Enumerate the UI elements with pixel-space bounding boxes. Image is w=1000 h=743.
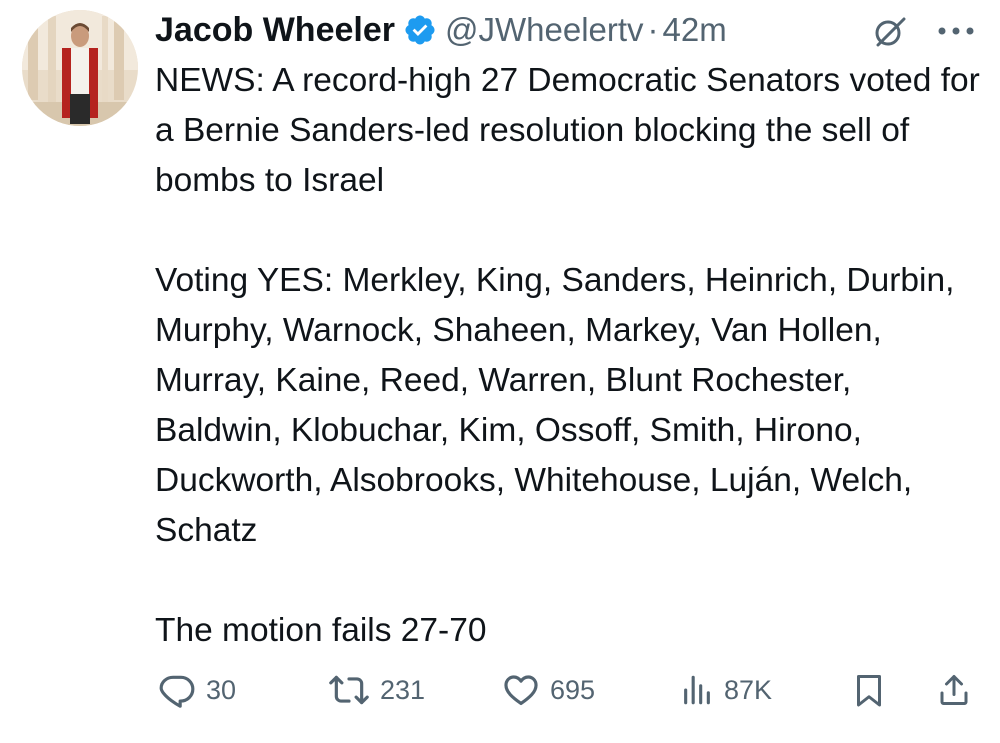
like-count: 695 <box>550 674 596 705</box>
repost-count: 231 <box>380 674 426 705</box>
bookmark-button[interactable] <box>851 665 887 715</box>
repost-icon <box>328 671 370 709</box>
reply-button[interactable]: 30 <box>158 665 236 715</box>
tweet-header: Jacob Wheeler @JWheelertv · 42m <box>155 10 727 50</box>
tweet-paragraph-headline: NEWS: A record-high 27 Democratic Senato… <box>155 62 990 199</box>
author-name[interactable]: Jacob Wheeler <box>155 11 395 50</box>
more-icon[interactable] <box>936 14 976 48</box>
separator-dot: · <box>647 11 659 48</box>
like-button[interactable]: 695 <box>502 665 595 715</box>
author-handle[interactable]: @JWheelertv <box>445 11 644 49</box>
tweet-paragraph-voters: Voting YES: Merkley, King, Sanders, Hein… <box>155 262 964 549</box>
views-icon <box>680 672 714 708</box>
avatar-photo <box>22 10 138 126</box>
heart-icon <box>502 671 540 709</box>
share-button[interactable] <box>936 665 972 715</box>
share-icon <box>936 671 972 709</box>
reply-count: 30 <box>206 674 237 705</box>
verified-badge-icon[interactable] <box>403 13 437 47</box>
tweet-text: NEWS: A record-high 27 Democratic Senato… <box>155 56 985 656</box>
action-bar: 30 231 695 87K <box>0 665 1000 715</box>
bookmark-icon <box>851 671 887 709</box>
grok-icon[interactable] <box>872 14 908 50</box>
reply-icon <box>158 671 196 709</box>
views-button[interactable]: 87K <box>680 665 772 715</box>
views-count: 87K <box>724 674 773 705</box>
timestamp[interactable]: 42m <box>663 11 727 49</box>
tweet-paragraph-result: The motion fails 27-70 <box>155 612 487 649</box>
repost-button[interactable]: 231 <box>328 665 425 715</box>
avatar[interactable] <box>22 10 138 126</box>
